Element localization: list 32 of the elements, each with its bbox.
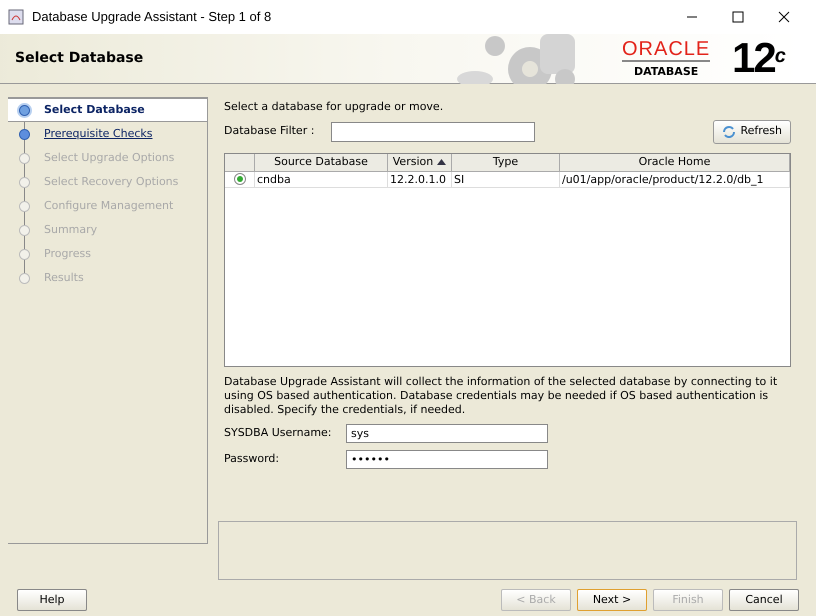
credential-field[interactable]: sys (346, 424, 548, 442)
wizard-button[interactable]: Next > (577, 589, 647, 611)
close-icon[interactable] (778, 11, 790, 23)
column-header[interactable]: Oracle Home (560, 154, 790, 170)
radio-button[interactable] (234, 173, 246, 185)
page-title: Select Database (15, 49, 144, 68)
wizard-button[interactable]: Help (17, 589, 87, 611)
field-label: SYSDBA Username: (224, 424, 333, 441)
field-label: Password: (224, 450, 280, 467)
table-cell: 12.2.0.1.0 (388, 172, 452, 186)
maximize-icon[interactable] (732, 11, 744, 23)
table-cell: /u01/app/oracle/product/12.2.0/db_1 (560, 172, 790, 186)
sort-ascending-icon (437, 159, 446, 165)
credential-field[interactable]: •••••• (346, 450, 548, 468)
column-header[interactable]: Source Database (255, 154, 388, 170)
step-link[interactable]: Prerequisite Checks (44, 126, 152, 142)
brand-logo: ORACLE (622, 38, 710, 62)
table-cell: SI (452, 172, 560, 186)
credentials-note: Database Upgrade Assistant will collect the information of the selected database by connecting to it using OS based authentication. Database credentials may be needed if OS based authentication is disabled. Specify the credentials, if needed. (224, 374, 778, 416)
filter-label: Database Filter : (224, 123, 316, 140)
column-header[interactable]: Version (388, 154, 452, 170)
app-icon (8, 9, 24, 25)
table-cell: cndba (255, 172, 388, 186)
wizard-button[interactable]: Cancel (729, 589, 799, 611)
product-label: DATABASE (634, 64, 698, 80)
refresh-button[interactable]: Refresh (713, 120, 791, 144)
instruction-text: Select a database for upgrade or move. (224, 99, 444, 115)
filter-field[interactable] (331, 122, 535, 142)
version-logo: 12$^{c}$ (732, 34, 784, 82)
window-title: Database Upgrade Assistant - Step 1 of 8 (32, 8, 272, 26)
column-header[interactable]: Type (452, 154, 560, 170)
refresh-icon (722, 124, 736, 138)
